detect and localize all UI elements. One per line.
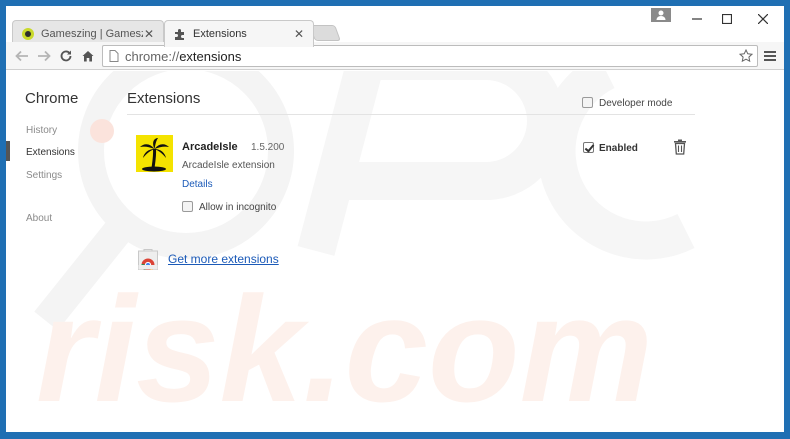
palm-tree-icon <box>140 138 169 172</box>
extension-icon <box>136 135 173 172</box>
maximize-button[interactable] <box>712 8 742 30</box>
address-bar[interactable]: chrome://extensions <box>102 45 758 67</box>
header-divider <box>127 114 695 115</box>
browser-window: Gameszing | Gameszing G ✕ Extensions ✕ <box>6 6 784 432</box>
toolbar: chrome://extensions <box>6 42 784 70</box>
sidebar-item-about[interactable]: About <box>26 213 52 224</box>
tab-title: Extensions <box>193 28 247 40</box>
close-icon <box>758 14 768 24</box>
url-host: extensions <box>179 48 242 64</box>
details-link[interactable]: Details <box>182 179 213 190</box>
sidebar-title: Chrome <box>25 90 79 107</box>
back-button[interactable] <box>12 46 32 66</box>
watermark-logo: risk.com <box>34 71 695 432</box>
arrow-right-icon <box>38 50 51 62</box>
developer-mode-checkbox[interactable] <box>582 97 593 108</box>
reload-icon <box>60 50 72 62</box>
title-bar: Gameszing | Gameszing G ✕ Extensions ✕ <box>6 6 784 47</box>
puzzle-piece-icon <box>175 29 184 40</box>
profile-button[interactable] <box>651 8 671 22</box>
tab-title: Gameszing | Gameszing G <box>41 28 143 40</box>
star-bookmark-icon[interactable] <box>739 49 753 63</box>
extension-version: 1.5.200 <box>251 142 285 153</box>
trash-icon[interactable] <box>673 139 687 155</box>
watermark-text: risk.com <box>36 265 653 432</box>
tab-close-icon[interactable]: ✕ <box>143 27 155 41</box>
user-icon <box>656 10 666 20</box>
gameszing-favicon-icon <box>22 28 34 40</box>
home-icon <box>82 51 94 62</box>
minimize-button[interactable] <box>682 8 712 30</box>
enabled-label[interactable]: Enabled <box>599 143 638 154</box>
url-scheme: chrome:// <box>125 48 180 64</box>
sidebar-item-settings[interactable]: Settings <box>26 170 62 181</box>
page-icon <box>109 50 119 62</box>
extension-name: ArcadeIsle <box>182 141 238 153</box>
allow-incognito-label[interactable]: Allow in incognito <box>199 202 276 213</box>
enabled-checkbox[interactable] <box>583 142 594 153</box>
page-title: Extensions <box>127 90 201 107</box>
get-more-extensions-link[interactable]: Get more extensions <box>168 252 279 266</box>
allow-incognito-checkbox[interactable] <box>182 201 193 212</box>
chrome-menu-button[interactable] <box>762 48 778 64</box>
tab-extensions[interactable]: Extensions ✕ <box>164 20 314 47</box>
arrow-left-icon <box>15 50 28 62</box>
sidebar-item-extensions[interactable]: Extensions <box>26 147 75 158</box>
sidebar-item-history[interactable]: History <box>26 125 57 136</box>
tab-close-icon[interactable]: ✕ <box>293 27 305 41</box>
hamburger-menu-icon <box>764 51 776 61</box>
selected-indicator <box>6 141 10 161</box>
web-store-icon <box>138 249 158 270</box>
forward-button[interactable] <box>34 46 54 66</box>
close-window-button[interactable] <box>748 8 778 30</box>
extension-description: ArcadeIsle extension <box>182 160 275 171</box>
minimize-icon <box>692 18 702 20</box>
page-content: risk.com Chrome History Extensions Setti… <box>6 71 784 432</box>
maximize-icon <box>722 14 732 24</box>
reload-button[interactable] <box>56 46 76 66</box>
developer-mode-label[interactable]: Developer mode <box>599 98 672 109</box>
home-button[interactable] <box>78 46 98 66</box>
